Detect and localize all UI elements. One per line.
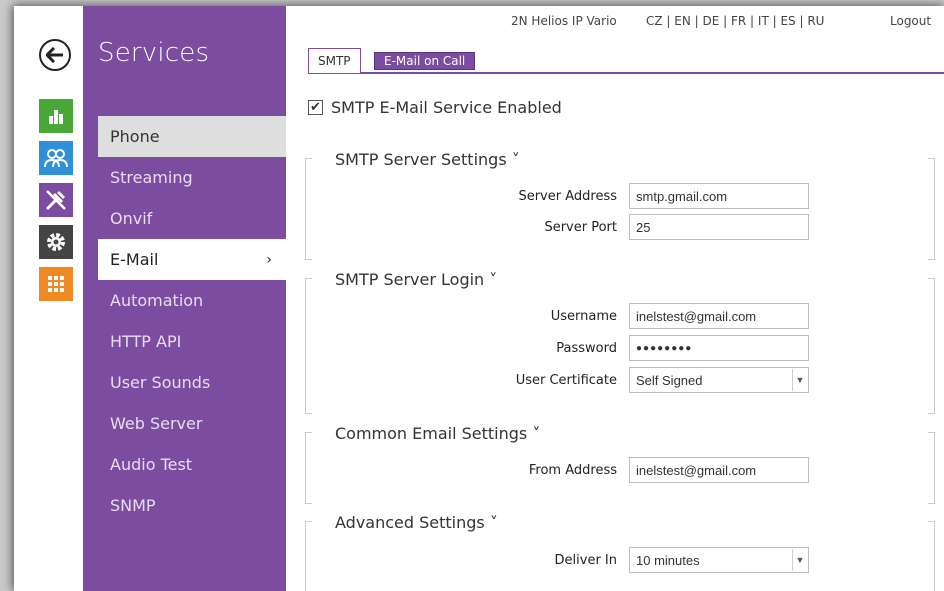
sidebar-item-onvif[interactable]: Onvif [98,198,286,239]
services-menu: Phone Streaming Onvif E-Mail › Automation… [98,116,286,526]
hardware-nav-icon[interactable] [39,183,73,217]
bar-chart-icon [49,110,63,124]
username-input[interactable]: inelstest@gmail.com [629,303,809,329]
from-address-input[interactable]: inelstest@gmail.com [629,457,809,483]
directory-nav-icon[interactable] [39,141,73,175]
server-address-input[interactable]: smtp.gmail.com [629,183,809,209]
user-certificate-value: Self Signed [636,372,703,388]
smtp-enabled-row: ✔ SMTP E-Mail Service Enabled [308,98,562,117]
deliver-in-label: Deliver In [554,552,617,568]
sidebar-item-label: Onvif [110,209,153,228]
logout-link[interactable]: Logout [890,14,931,28]
password-input[interactable]: ●●●●●●●● [629,335,809,361]
sidebar-item-user-sounds[interactable]: User Sounds [98,362,286,403]
back-button[interactable] [39,39,71,71]
user-certificate-row: User Certificate Self Signed ▼ [305,366,935,394]
username-label: Username [550,308,617,324]
sidebar-item-label: Streaming [110,168,193,187]
browser-window: Services Phone Streaming Onvif E-Mail › A… [14,6,944,591]
sidebar-item-phone[interactable]: Phone [98,116,286,157]
user-certificate-select[interactable]: Self Signed ▼ [629,367,809,393]
grid-icon [48,276,64,292]
deliver-in-select[interactable]: 10 minutes ▼ [629,547,809,573]
services-nav-icon[interactable] [39,267,73,301]
tab-smtp[interactable]: SMTP [308,48,361,73]
password-label: Password [556,340,617,356]
language-switcher[interactable]: CZ | EN | DE | FR | IT | ES | RU [646,14,824,28]
section-title[interactable]: Common Email Settings ˅ [335,424,540,443]
sidebar-item-label: Phone [110,127,160,146]
smtp-enabled-label: SMTP E-Mail Service Enabled [331,98,562,117]
section-title[interactable]: SMTP Server Settings ˅ [335,150,520,169]
sidebar-item-label: SNMP [110,496,156,515]
chevron-right-icon: › [266,251,272,268]
status-nav-icon[interactable] [39,99,73,133]
server-port-row: Server Port 25 [305,213,935,241]
section-common-email: Common Email Settings ˅ From Address ine… [305,424,935,504]
section-server-login: SMTP Server Login ˅ Username inelstest@g… [305,270,935,414]
server-address-row: Server Address smtp.gmail.com [305,182,935,210]
smtp-enabled-checkbox[interactable]: ✔ [308,100,323,115]
section-server-settings: SMTP Server Settings ˅ Server Address sm… [305,150,935,260]
gear-icon [47,233,65,251]
sidebar-item-label: User Sounds [110,373,211,392]
users-icon [44,149,68,168]
tab-email-on-call[interactable]: E-Mail on Call [374,52,476,70]
sidebar-item-automation[interactable]: Automation [98,280,286,321]
server-port-input[interactable]: 25 [629,214,809,240]
deliver-in-row: Deliver In 10 minutes ▼ [305,546,935,574]
from-address-row: From Address inelstest@gmail.com [305,456,935,484]
section-advanced: Advanced Settings ˅ Deliver In 10 minute… [305,513,935,591]
system-nav-icon[interactable] [39,225,73,259]
tools-icon [45,190,66,211]
sidebar-item-snmp[interactable]: SNMP [98,485,286,526]
password-row: Password ●●●●●●●● [305,334,935,362]
sidebar-item-web-server[interactable]: Web Server [98,403,286,444]
sidebar-title: Services [98,38,210,68]
sidebar-item-label: HTTP API [110,332,182,351]
sidebar-item-audio-test[interactable]: Audio Test [98,444,286,485]
server-port-label: Server Port [544,219,617,235]
user-certificate-label: User Certificate [515,372,617,388]
tab-bar: SMTP E-Mail on Call [308,46,944,74]
from-address-label: From Address [528,462,617,478]
chevron-down-icon: ▼ [792,369,807,391]
sidebar-item-http-api[interactable]: HTTP API [98,321,286,362]
section-title[interactable]: Advanced Settings ˅ [335,513,498,532]
arrow-left-icon [46,47,63,63]
sidebar-item-email[interactable]: E-Mail › [98,239,286,280]
sidebar-item-streaming[interactable]: Streaming [98,157,286,198]
device-name: 2N Helios IP Vario [511,14,617,28]
chevron-down-icon: ▼ [792,549,807,571]
section-title[interactable]: SMTP Server Login ˅ [335,270,497,289]
sidebar-item-label: Audio Test [110,455,193,474]
services-sidebar: Services Phone Streaming Onvif E-Mail › A… [83,6,286,591]
username-row: Username inelstest@gmail.com [305,302,935,330]
deliver-in-value: 10 minutes [636,552,700,568]
sidebar-item-label: Automation [110,291,204,310]
sidebar-item-label: Web Server [110,414,203,433]
server-address-label: Server Address [518,188,617,204]
sidebar-item-label: E-Mail [110,250,159,269]
